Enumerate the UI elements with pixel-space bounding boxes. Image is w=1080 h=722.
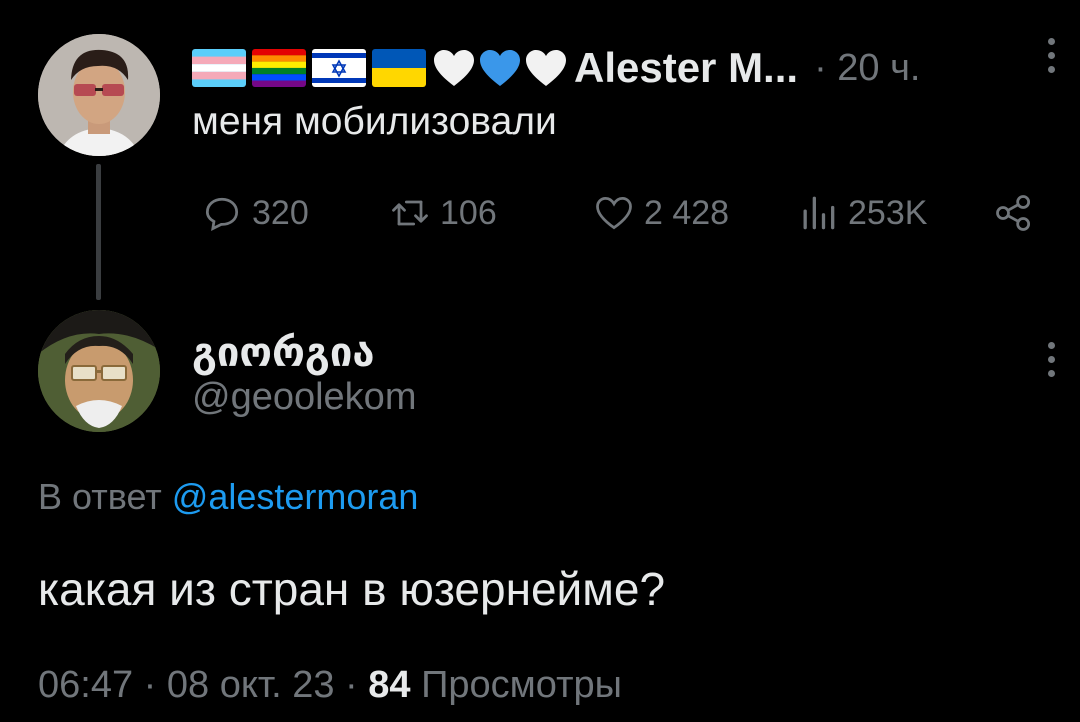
retweet-count: 106 <box>440 193 497 232</box>
tweet1-text: меня мобилизовали <box>192 100 557 143</box>
israel-flag-icon <box>312 49 366 87</box>
like-count: 2 428 <box>644 193 730 232</box>
transgender-flag-icon <box>192 49 246 87</box>
reply-count: 320 <box>252 193 309 232</box>
tweet2-text: какая из стран в юзернейме? <box>38 563 666 615</box>
tweet2-author-name[interactable]: გიორგია <box>192 330 375 376</box>
reply-to-line: В ответ @alestermoran <box>38 476 418 518</box>
share-button[interactable] <box>992 188 1044 238</box>
blue-heart-icon <box>478 48 522 88</box>
author-avatar[interactable] <box>38 34 160 156</box>
like-button[interactable]: 2 428 <box>592 188 729 238</box>
views-count: 253K <box>848 193 928 232</box>
tweet2-author-handle[interactable]: @geoolekom <box>192 376 416 419</box>
tweet1-action-bar: 320 106 2 428 253K <box>192 188 1052 238</box>
reply-to-mention-link[interactable]: @alestermoran <box>172 476 419 517</box>
views-button[interactable]: 253K <box>796 188 927 238</box>
thread-connector-line <box>96 164 101 300</box>
more-options-icon[interactable] <box>1046 38 1056 73</box>
tweet2-views-label[interactable]: Просмотры <box>421 664 622 706</box>
tweet1-header: Alester M... · 20 ч. <box>192 38 920 98</box>
rainbow-pride-flag-icon <box>252 49 306 87</box>
reply-author-avatar[interactable] <box>38 310 160 432</box>
reply-to-prefix: В ответ <box>38 476 172 517</box>
meta-separator: · <box>143 664 167 706</box>
white-heart-icon <box>524 48 568 88</box>
tweet2-time[interactable]: 06:47 <box>38 664 133 706</box>
tweet1-author-name[interactable]: Alester M... <box>574 44 798 92</box>
tweet1-timestamp[interactable]: · 20 ч. <box>814 47 920 90</box>
tweet2-views-count[interactable]: 84 <box>368 664 410 706</box>
retweet-button[interactable]: 106 <box>388 188 497 238</box>
more-options-icon[interactable] <box>1046 342 1056 377</box>
meta-separator: · <box>345 664 369 706</box>
white-heart-icon <box>432 48 476 88</box>
like-heart-icon <box>596 196 632 230</box>
tweet2-date[interactable]: 08 окт. 23 <box>167 664 335 706</box>
views-chart-icon <box>803 196 835 230</box>
retweet-icon <box>392 200 428 226</box>
tweet2-meta: 06:47 · 08 окт. 23 · 84 Просмотры <box>38 664 622 707</box>
share-icon <box>996 195 1031 231</box>
reply-icon <box>205 197 239 232</box>
reply-button[interactable]: 320 <box>200 188 309 238</box>
ukraine-flag-icon <box>372 49 426 87</box>
